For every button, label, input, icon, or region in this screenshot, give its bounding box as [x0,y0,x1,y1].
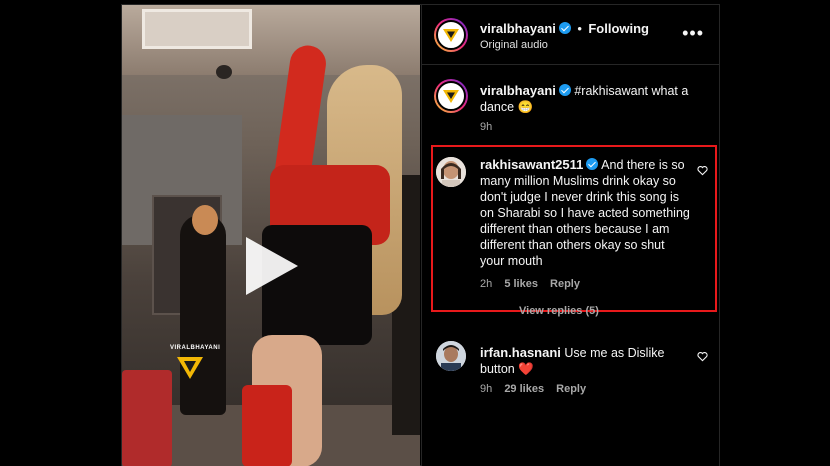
verified-icon [558,22,571,34]
comment-likes[interactable]: 29 likes [504,383,544,395]
comment-username[interactable]: rakhisawant2511 [480,157,583,172]
audio-label[interactable]: Original audio [480,39,548,51]
verified-icon [558,84,571,96]
scene-camera [216,65,232,79]
view-replies-label: View replies (5) [519,305,599,317]
comment-meta: 2h 5 likes Reply [480,278,589,290]
user-avatar-image [436,157,466,187]
viral-logo-icon [177,357,203,379]
comment-username[interactable]: irfan.hasnani [480,345,561,360]
comment-likes[interactable]: 5 likes [504,278,538,290]
post-header: viralbhayani • Following Original audio … [422,5,720,65]
comment-time[interactable]: 9h [480,383,492,395]
post-modal: VIRALBHAYANI viralbhayani • Following Or… [121,4,720,466]
reply-button[interactable]: Reply [556,383,586,395]
user-avatar-image [436,341,466,371]
view-replies-button[interactable]: View replies (5) [519,305,599,317]
heart-icon[interactable] [697,351,708,362]
watermark-text: VIRALBHAYANI [170,345,221,351]
viral-logo-icon [443,90,459,103]
caption-avatar[interactable] [434,79,468,113]
dancer-boot [242,385,292,466]
reply-button[interactable]: Reply [550,278,580,290]
avatar[interactable] [436,341,466,371]
background-person-head [192,205,218,235]
more-icon[interactable]: ••• [682,24,704,42]
play-icon[interactable] [246,237,298,295]
comment-text: And there is so many million Muslims dri… [480,158,690,268]
viral-logo-icon [443,29,459,42]
scene-sofa [122,370,172,466]
header-username[interactable]: viralbhayani [480,21,556,36]
caption-time[interactable]: 9h [480,121,492,133]
avatar[interactable] [434,18,468,52]
following-button[interactable]: Following [588,21,649,36]
separator-dot: • [577,21,582,36]
comments-panel: viralbhayani • Following Original audio … [421,5,720,466]
caption-username[interactable]: viralbhayani [480,83,556,98]
heart-icon[interactable] [697,165,708,176]
verified-icon [586,158,599,170]
video-watermark: VIRALBHAYANI [170,345,221,386]
video-player[interactable]: VIRALBHAYANI [122,5,420,466]
comment-meta: 9h 29 likes Reply [480,383,595,395]
avatar[interactable] [436,157,466,187]
caption-meta: 9h [480,121,501,133]
comment-time[interactable]: 2h [480,278,492,290]
